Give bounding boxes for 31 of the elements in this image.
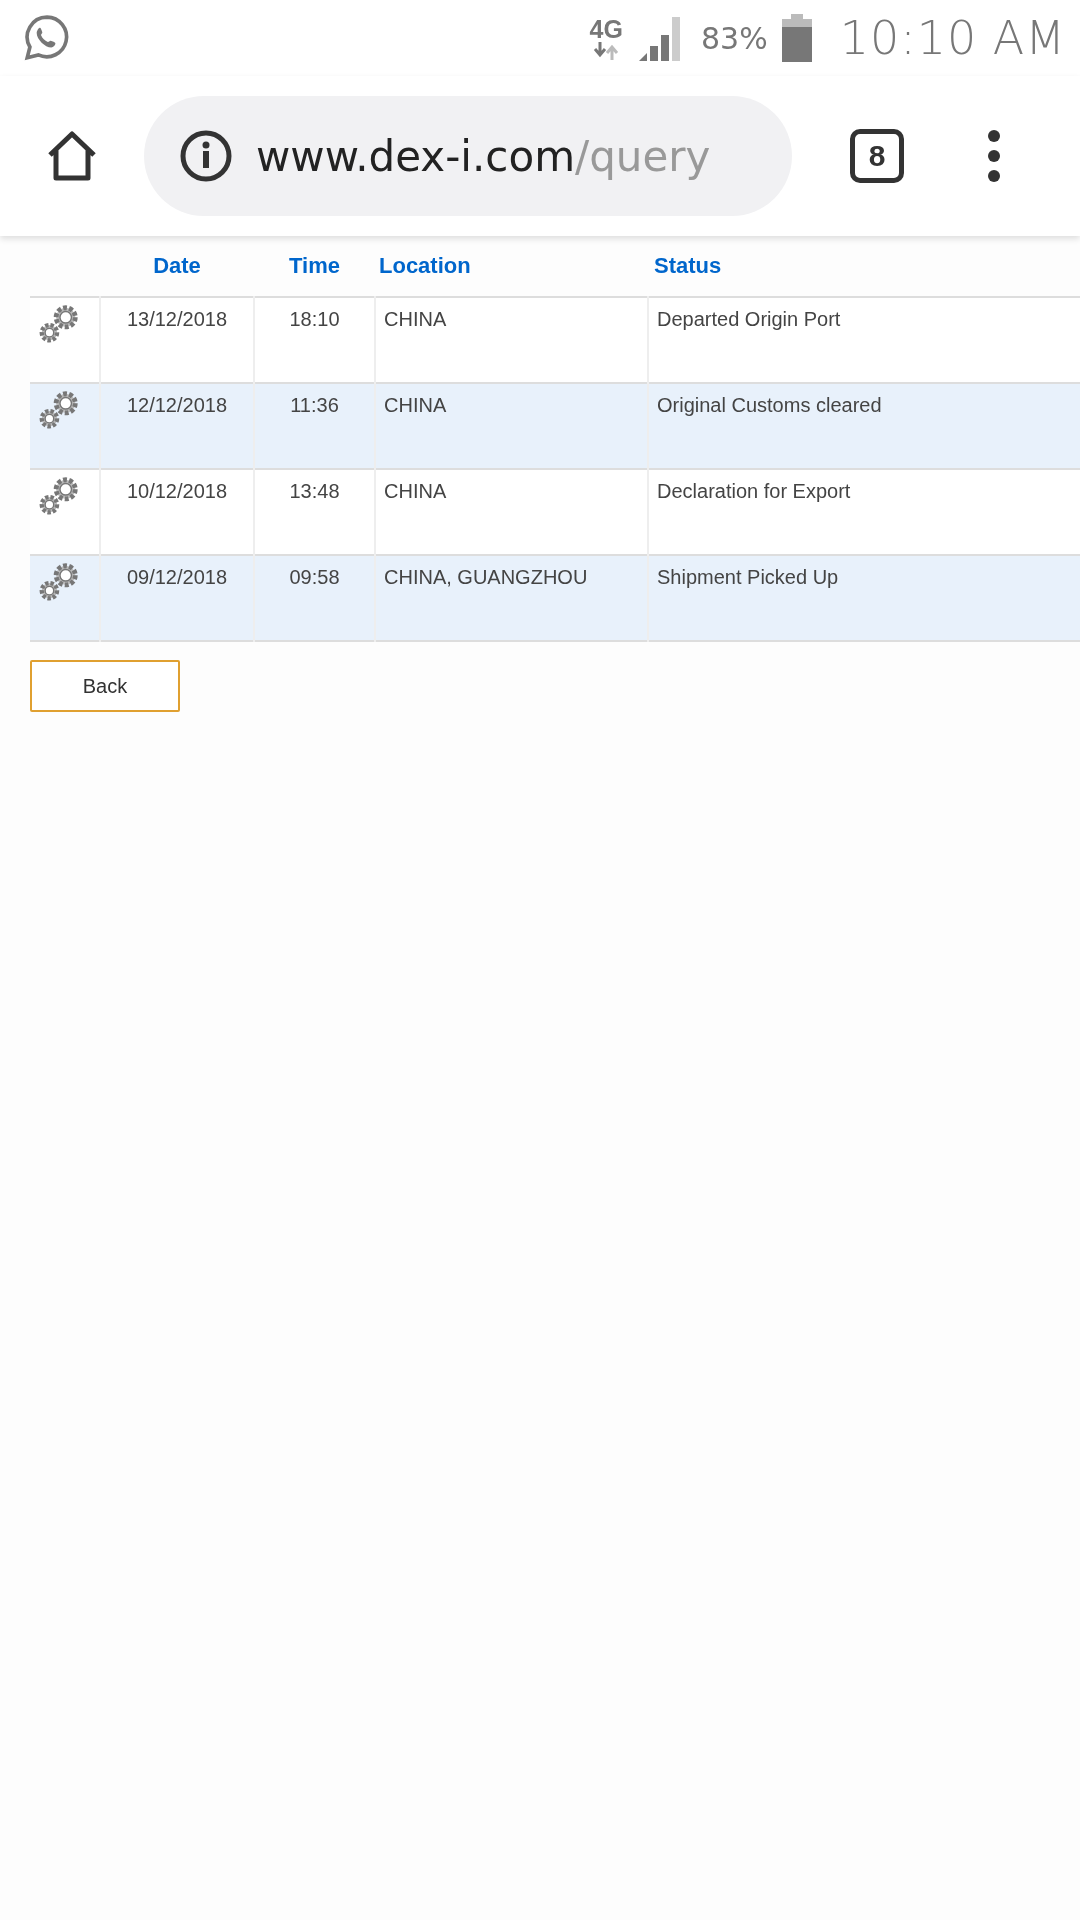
back-button[interactable]: Back bbox=[30, 660, 180, 712]
table-cell: 09:58 bbox=[254, 555, 375, 641]
table-cell: Declaration for Export bbox=[648, 469, 1080, 555]
clock: 10:10 AM bbox=[839, 11, 1066, 65]
battery-percent: 83% bbox=[700, 20, 768, 56]
battery-icon bbox=[781, 14, 812, 62]
table-cell: Shipment Picked Up bbox=[648, 555, 1080, 641]
table-cell: 10/12/2018 bbox=[100, 469, 254, 555]
column-header: Date bbox=[153, 253, 201, 278]
table-cell: 09/12/2018 bbox=[100, 555, 254, 641]
menu-icon[interactable] bbox=[986, 128, 1002, 184]
tab-count[interactable]: 8 bbox=[850, 129, 904, 183]
table-cell: 12/12/2018 bbox=[100, 383, 254, 469]
table-cell: 13/12/2018 bbox=[100, 297, 254, 383]
table-cell: CHINA bbox=[375, 383, 648, 469]
address-bar[interactable]: www.dex-i.com/query bbox=[144, 96, 792, 216]
column-header: Location bbox=[379, 253, 471, 278]
table-cell: Departed Origin Port bbox=[648, 297, 1080, 383]
table-cell: CHINA bbox=[375, 297, 648, 383]
table-cell: 11:36 bbox=[254, 383, 375, 469]
table-cell: CHINA, GUANGZHOU bbox=[375, 555, 648, 641]
table-cell: 18:10 bbox=[254, 297, 375, 383]
table-cell: CHINA bbox=[375, 469, 648, 555]
url-host: www.dex-i.com bbox=[256, 131, 576, 181]
table-cell: 13:48 bbox=[254, 469, 375, 555]
table-cell: Original Customs cleared bbox=[648, 383, 1080, 469]
url-path: /query bbox=[575, 131, 711, 181]
info-icon[interactable] bbox=[180, 130, 232, 182]
column-header: Status bbox=[654, 253, 722, 278]
column-header: Time bbox=[289, 253, 340, 278]
network-type: 4G bbox=[589, 16, 623, 42]
